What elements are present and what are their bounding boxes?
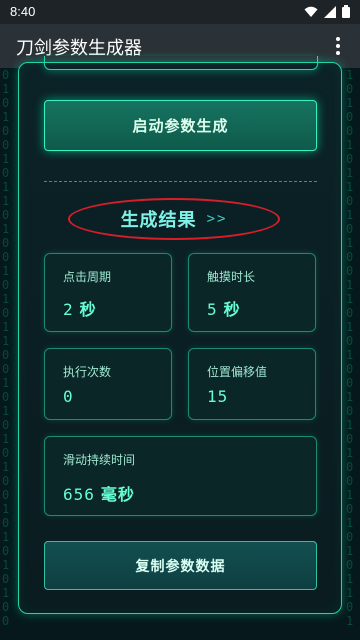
- matrix-background-left: 0 1 0 1 0 0 1 0 1 1 0 1 0 0 1 0 1 0 1 1 …: [2, 68, 10, 628]
- stat-label: 滑动持续时间: [63, 453, 136, 467]
- copy-data-label: 复制参数数据: [135, 558, 226, 575]
- start-generation-label: 启动参数生成: [132, 117, 229, 135]
- result-heading: 生成结果 >>: [68, 198, 280, 240]
- stat-label: 点击周期: [63, 270, 112, 284]
- start-generation-button[interactable]: 启动参数生成: [44, 100, 317, 151]
- stat-offset: 位置偏移值 15: [188, 348, 316, 420]
- status-bar: 8:40: [0, 0, 360, 24]
- highlight-circle: [68, 198, 280, 240]
- stat-value: 656 毫秒: [63, 485, 135, 504]
- stat-value: 2秒: [63, 300, 97, 319]
- stat-label: 触摸时长: [207, 270, 256, 284]
- stat-click-period: 点击周期 2秒: [44, 253, 172, 332]
- battery-icon: [342, 5, 350, 18]
- stat-label: 执行次数: [63, 365, 112, 379]
- wifi-icon: [304, 6, 318, 17]
- stat-swipe-duration: 滑动持续时间 656 毫秒: [44, 436, 317, 516]
- stat-value: 0: [63, 387, 74, 406]
- status-time: 8:40: [10, 4, 36, 19]
- stat-label: 位置偏移值: [207, 365, 268, 379]
- stat-value: 5秒: [207, 300, 241, 319]
- more-options-icon[interactable]: [326, 34, 350, 58]
- section-divider: [44, 181, 317, 182]
- stat-exec-count: 执行次数 0: [44, 348, 172, 420]
- previous-input-field[interactable]: [44, 56, 318, 70]
- stat-touch-duration: 触摸时长 5秒: [188, 253, 316, 332]
- status-icons: [304, 5, 350, 18]
- copy-data-button[interactable]: 复制参数数据: [44, 541, 317, 590]
- signal-icon: [324, 5, 336, 18]
- matrix-background-right: 1 0 1 0 0 1 0 1 1 0 1 0 1 0 0 1 1 0 1 0 …: [346, 68, 354, 628]
- stat-value: 15: [207, 387, 229, 406]
